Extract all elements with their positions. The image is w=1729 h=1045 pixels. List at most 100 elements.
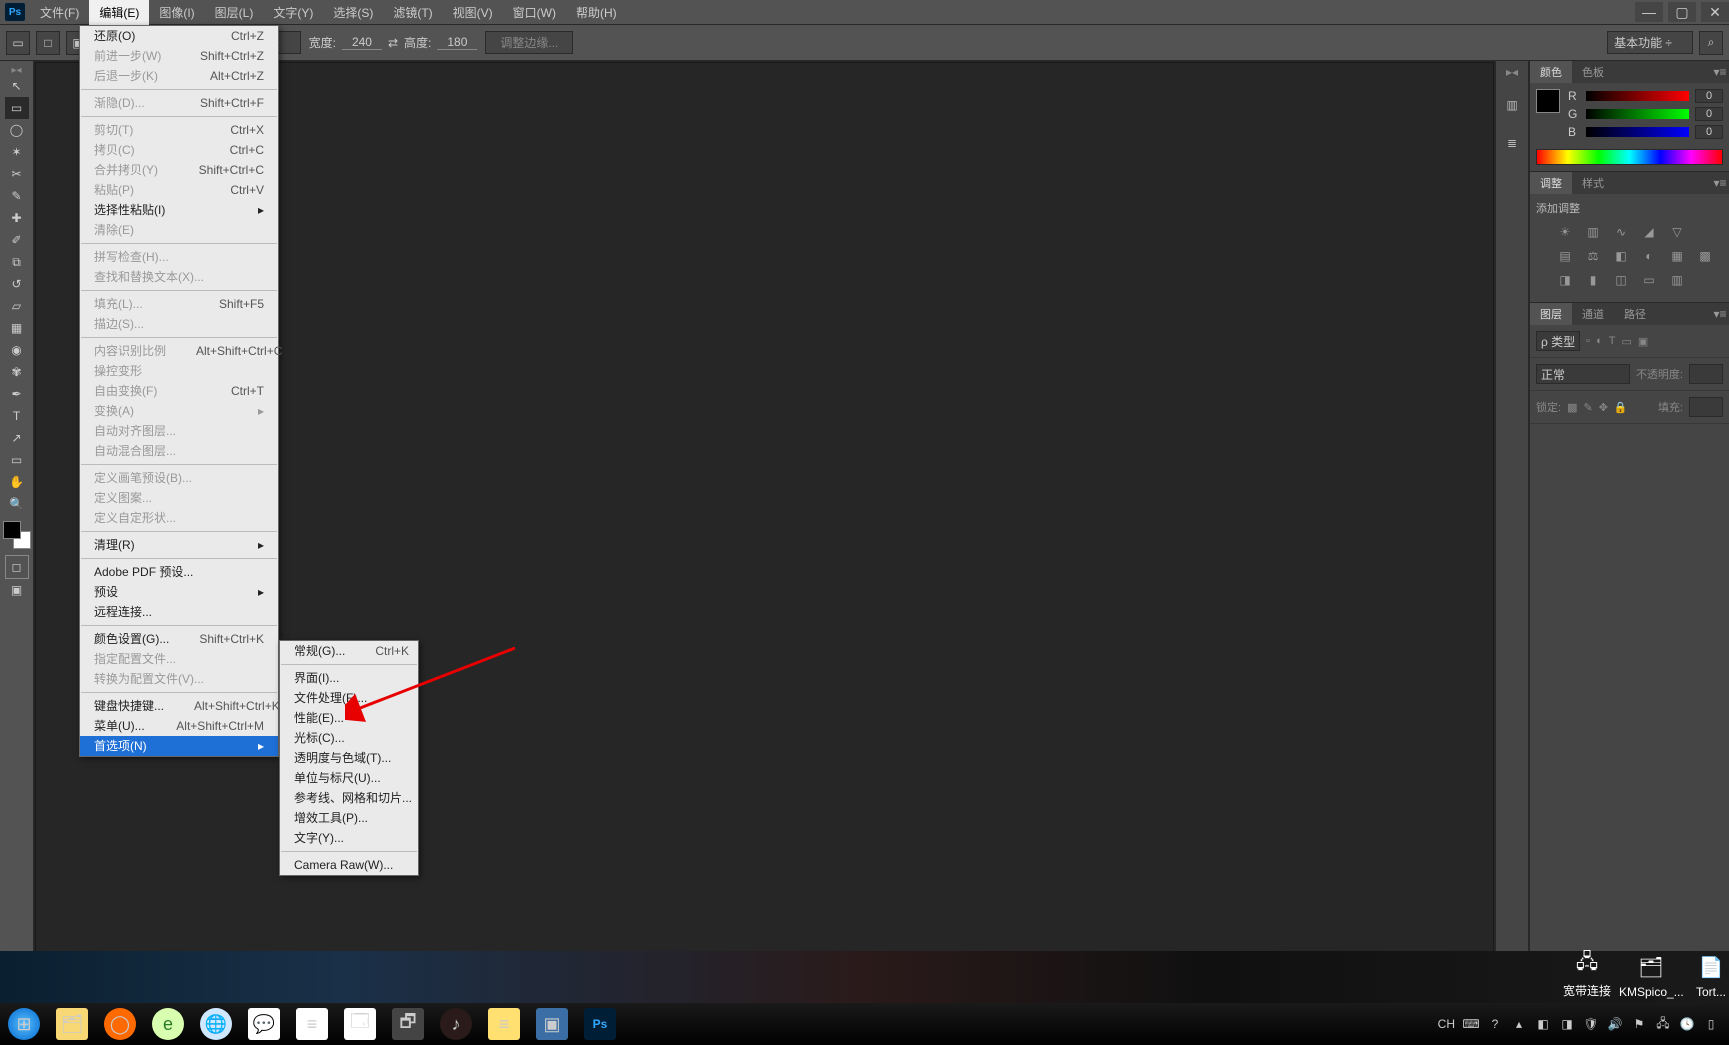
opacity-field[interactable] <box>1689 364 1723 384</box>
g-value[interactable]: 0 <box>1695 107 1723 121</box>
taskbar-explorer[interactable]: 🗂 <box>48 1005 96 1043</box>
menu-item[interactable]: 光标(C)... <box>280 728 418 748</box>
desktop-icon[interactable]: 📄Tort... <box>1679 951 1729 999</box>
tray-icon[interactable]: ◧ <box>1535 1016 1551 1032</box>
quick-mask-toggle[interactable]: ◻ <box>5 555 29 579</box>
tray-keyboard-icon[interactable]: ⌨ <box>1463 1016 1479 1032</box>
channels-tab[interactable]: 通道 <box>1572 303 1614 325</box>
menu-item[interactable]: 首选项(N)▸ <box>80 736 278 756</box>
layer-filter-kind[interactable]: ρ 类型 <box>1536 331 1580 351</box>
menu-item[interactable]: 性能(E)... <box>280 708 418 728</box>
menu-item[interactable]: 预设▸ <box>80 582 278 602</box>
fg-bg-swatches[interactable] <box>3 521 31 549</box>
tray-icon[interactable]: ▯ <box>1703 1016 1719 1032</box>
menu-item[interactable]: 选择性粘贴(I)▸ <box>80 200 278 220</box>
menu-item[interactable]: 远程连接... <box>80 602 278 622</box>
fill-field[interactable] <box>1689 397 1723 417</box>
start-button[interactable]: ⊞ <box>0 1005 48 1043</box>
layers-tab[interactable]: 图层 <box>1530 303 1572 325</box>
menu-item[interactable]: 定义图案... <box>80 488 278 508</box>
taskbar-app-3[interactable]: 💬 <box>240 1005 288 1043</box>
b-slider[interactable] <box>1586 127 1689 137</box>
menu-item[interactable]: 自由变换(F)Ctrl+T <box>80 381 278 401</box>
menu-item[interactable]: 拷贝(C)Ctrl+C <box>80 140 278 160</box>
lock-pos-icon[interactable]: ✥ <box>1599 401 1608 414</box>
filter-smart-icon[interactable]: ▣ <box>1638 335 1648 348</box>
close-button[interactable]: ✕ <box>1701 2 1729 22</box>
adj-balance-icon[interactable]: ⚖ <box>1584 248 1602 264</box>
taskbar-app-1[interactable]: ◯ <box>96 1005 144 1043</box>
tray-help-icon[interactable]: ? <box>1487 1016 1503 1032</box>
lock-trans-icon[interactable]: ▩ <box>1567 401 1577 414</box>
menu-item[interactable]: 定义自定形状... <box>80 508 278 528</box>
color-tab[interactable]: 颜色 <box>1530 61 1572 83</box>
path-select-tool[interactable]: ↗ <box>5 427 29 449</box>
desktop-icon[interactable]: 🖧宽带连接 <box>1555 948 1619 999</box>
brush-tool[interactable]: ✐ <box>5 229 29 251</box>
menu-item[interactable]: 清理(R)▸ <box>80 535 278 555</box>
r-value[interactable]: 0 <box>1695 89 1723 103</box>
swap-wh-icon[interactable]: ⇄ <box>388 36 398 50</box>
adj-mixer-icon[interactable]: ▦ <box>1668 248 1686 264</box>
lasso-tool[interactable]: ◯ <box>5 119 29 141</box>
menu-item[interactable]: 自动对齐图层... <box>80 421 278 441</box>
adj-bw-icon[interactable]: ◧ <box>1612 248 1630 264</box>
adjust-tab[interactable]: 调整 <box>1530 172 1572 194</box>
adj-curves-icon[interactable]: ∿ <box>1612 224 1630 240</box>
tray-icon[interactable]: ⚑ <box>1631 1016 1647 1032</box>
swatches-tab[interactable]: 色板 <box>1572 61 1614 83</box>
menu-type[interactable]: 文字(Y) <box>263 0 323 26</box>
adj-hue-icon[interactable]: ▤ <box>1556 248 1574 264</box>
zoom-tool[interactable]: 🔍 <box>5 493 29 515</box>
menu-item[interactable]: 渐隐(D)...Shift+Ctrl+F <box>80 93 278 113</box>
taskbar-app-7[interactable]: ♪ <box>432 1005 480 1043</box>
menu-item[interactable]: 清除(E) <box>80 220 278 240</box>
menu-window[interactable]: 窗口(W) <box>503 0 566 26</box>
type-tool[interactable]: T <box>5 405 29 427</box>
filter-type-icon[interactable]: T <box>1609 335 1616 347</box>
workspace-switcher[interactable]: 基本功能 ÷ <box>1607 31 1693 54</box>
menu-item[interactable]: Adobe PDF 预设... <box>80 562 278 582</box>
menu-item[interactable]: 查找和替换文本(X)... <box>80 267 278 287</box>
eyedropper-tool[interactable]: ✎ <box>5 185 29 207</box>
width-input[interactable] <box>342 35 382 50</box>
menu-item[interactable]: 定义画笔预设(B)... <box>80 468 278 488</box>
history-panel-icon[interactable]: ▥ <box>1500 93 1524 117</box>
fg-color[interactable] <box>3 521 21 539</box>
cloud-icon[interactable]: ⌕ <box>1699 31 1723 55</box>
menu-view[interactable]: 视图(V) <box>443 0 503 26</box>
taskbar-app-5[interactable]: 🗔 <box>336 1005 384 1043</box>
adjust-flyout[interactable]: ▾≡ <box>1711 176 1729 190</box>
color-swatch[interactable] <box>1536 89 1560 113</box>
clone-tool[interactable]: ⧉ <box>5 251 29 273</box>
ime-indicator[interactable]: CH <box>1438 1017 1455 1031</box>
taskbar-app-6[interactable]: 🗗 <box>384 1005 432 1043</box>
taskbar-app-2[interactable]: 🌐 <box>192 1005 240 1043</box>
properties-panel-icon[interactable]: ≣ <box>1500 131 1524 155</box>
pen-tool[interactable]: ✒ <box>5 383 29 405</box>
filter-pixel-icon[interactable]: ▫ <box>1586 335 1590 347</box>
taskbar-photoshop[interactable]: Ps <box>576 1005 624 1043</box>
styles-tab[interactable]: 样式 <box>1572 172 1614 194</box>
menu-item[interactable]: 还原(O)Ctrl+Z <box>80 26 278 46</box>
tool-preset-icon[interactable]: ▭ <box>6 31 30 55</box>
adj-gradient-map-icon[interactable]: ▭ <box>1640 272 1658 288</box>
menu-image[interactable]: 图像(I) <box>149 0 204 26</box>
menu-item[interactable]: 界面(I)... <box>280 668 418 688</box>
tray-icon[interactable]: ◨ <box>1559 1016 1575 1032</box>
adj-exposure-icon[interactable]: ◢ <box>1640 224 1658 240</box>
menu-item[interactable]: 自动混合图层... <box>80 441 278 461</box>
menu-file[interactable]: 文件(F) <box>30 0 89 26</box>
menu-select[interactable]: 选择(S) <box>323 0 383 26</box>
move-tool[interactable]: ↖ <box>5 75 29 97</box>
menu-edit[interactable]: 编辑(E) <box>89 0 149 26</box>
menu-item[interactable]: 合并拷贝(Y)Shift+Ctrl+C <box>80 160 278 180</box>
desktop-icon[interactable]: 🗂KMSpico_... <box>1619 951 1683 999</box>
history-brush-tool[interactable]: ↺ <box>5 273 29 295</box>
r-slider[interactable] <box>1586 91 1689 101</box>
tray-icon[interactable]: 🕓 <box>1679 1016 1695 1032</box>
tray-icon[interactable]: 🔊 <box>1607 1016 1623 1032</box>
gradient-tool[interactable]: ▦ <box>5 317 29 339</box>
crop-tool[interactable]: ✂ <box>5 163 29 185</box>
hand-tool[interactable]: ✋ <box>5 471 29 493</box>
